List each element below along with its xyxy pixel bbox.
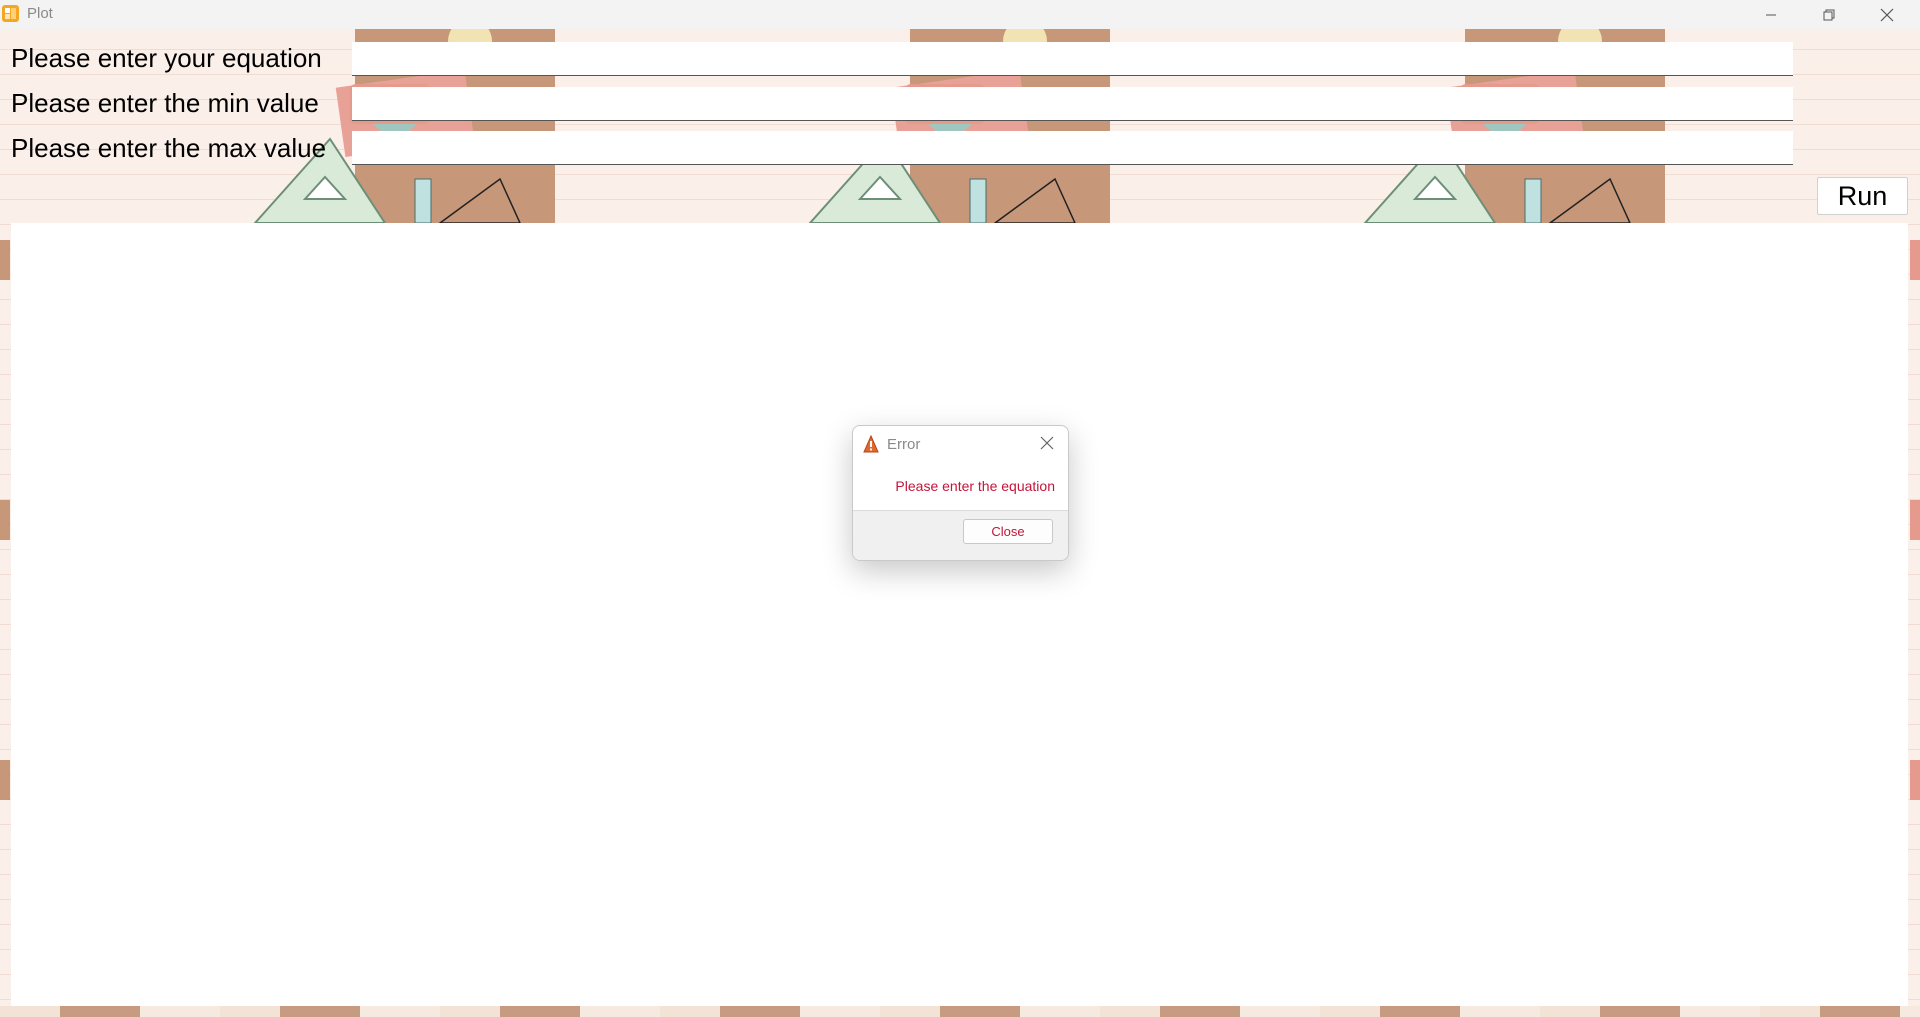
error-dialog: Error Please enter the equation Close: [852, 425, 1069, 561]
background-pattern-edge: [1910, 240, 1920, 280]
close-window-button[interactable]: [1858, 0, 1916, 29]
dialog-title: Error: [887, 436, 921, 453]
max-value-label: Please enter the max value: [11, 133, 327, 163]
close-icon: [1880, 8, 1894, 21]
dialog-message: Please enter the equation: [895, 478, 1055, 494]
title-bar: Plot: [0, 0, 1920, 29]
close-icon[interactable]: [1039, 435, 1055, 451]
equation-input[interactable]: [352, 42, 1793, 76]
background-pattern-edge: [1910, 760, 1920, 800]
background-pattern-edge: [0, 240, 10, 280]
background-pattern-edge: [0, 760, 10, 800]
background-pattern-strip: [0, 1006, 1920, 1017]
min-value-label: Please enter the min value: [11, 88, 319, 118]
run-button[interactable]: Run: [1817, 177, 1908, 215]
plot-canvas: [11, 223, 1908, 1006]
max-value-input[interactable]: [352, 131, 1793, 165]
plot-app-icon: [2, 5, 19, 22]
restore-icon: [1823, 9, 1835, 20]
background-pattern-edge: [0, 500, 10, 540]
minimize-button[interactable]: [1742, 0, 1800, 29]
dialog-close-button[interactable]: Close: [963, 519, 1053, 544]
equation-label: Please enter your equation: [11, 43, 322, 73]
window-title: Plot: [27, 5, 53, 22]
dialog-footer: Close: [853, 510, 1068, 560]
restore-button[interactable]: [1800, 0, 1858, 29]
background-pattern-edge: [1910, 500, 1920, 540]
min-value-input[interactable]: [352, 87, 1793, 121]
minimize-icon: [1766, 14, 1776, 15]
warning-icon: [863, 435, 879, 453]
